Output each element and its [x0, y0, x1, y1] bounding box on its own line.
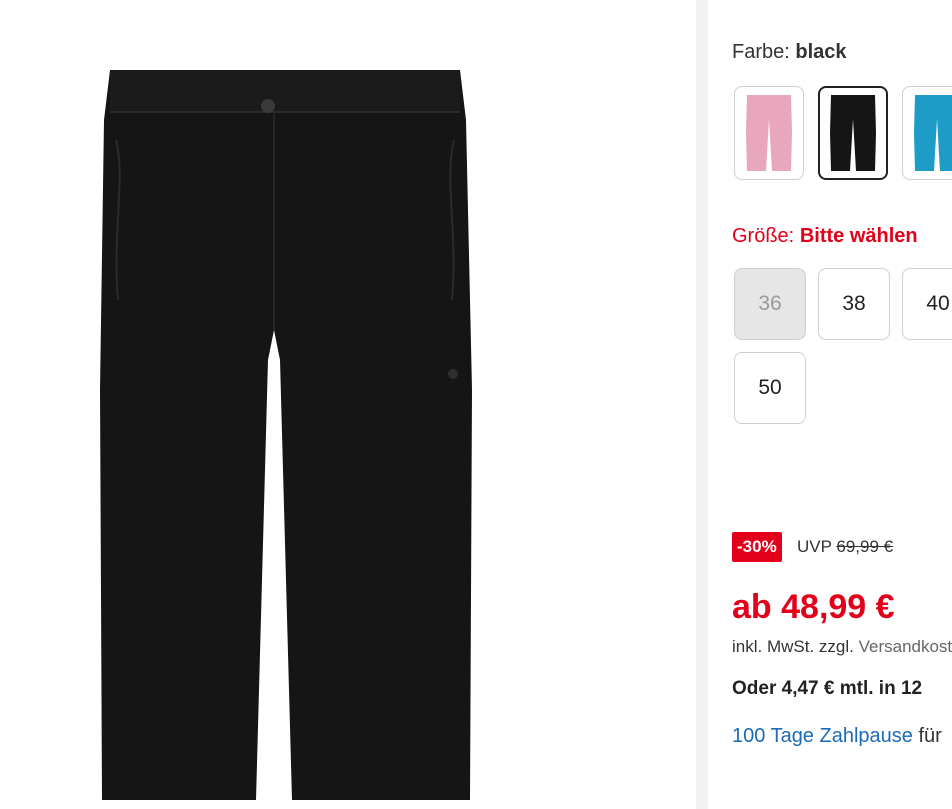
pants-thumbnail-black: [830, 95, 876, 171]
size-label-text: Größe:: [732, 225, 795, 247]
color-swatch-blue[interactable]: [902, 86, 952, 180]
size-label: Größe: Bitte wählen: [732, 225, 918, 248]
shipping-costs-link[interactable]: Versandkosten: [859, 637, 952, 656]
pants-thumbnail-blue: [914, 95, 952, 171]
color-label-text: Farbe:: [732, 41, 790, 63]
selected-color-value: black: [795, 41, 847, 63]
installment-offer: Oder 4,47 € mtl. in 12: [732, 678, 923, 699]
current-price: ab 48,99 €: [732, 588, 895, 626]
color-swatch-black[interactable]: [818, 86, 888, 180]
color-label: Farbe: black: [732, 41, 847, 64]
pane-divider: [696, 0, 708, 809]
color-swatch-pink[interactable]: [734, 86, 804, 180]
product-image-capri-pants[interactable]: [96, 60, 476, 800]
size-prompt: Bitte wählen: [799, 225, 918, 247]
size-option-36[interactable]: 36: [734, 268, 806, 340]
uvp-label: UVP: [797, 537, 832, 556]
size-option-40[interactable]: 40: [902, 268, 952, 340]
uvp-old-price: 69,99 €: [836, 537, 894, 556]
product-details: Farbe: black Größe: Bitte wählen 36 38 4…: [708, 0, 952, 809]
size-option-38[interactable]: 38: [818, 268, 890, 340]
payment-pause: 100 Tage Zahlpause für: [732, 725, 942, 748]
payment-pause-suffix: für: [918, 725, 942, 747]
payment-pause-link[interactable]: 100 Tage Zahlpause: [732, 725, 913, 747]
uvp-price: UVP 69,99 €: [797, 537, 893, 557]
product-gallery: [0, 0, 696, 809]
discount-badge: -30%: [732, 532, 782, 562]
pants-thumbnail-pink: [746, 95, 792, 171]
size-option-50[interactable]: 50: [734, 352, 806, 424]
tax-note: inkl. MwSt. zzgl. Versandkosten: [732, 637, 952, 657]
tax-text: inkl. MwSt. zzgl.: [732, 637, 854, 656]
